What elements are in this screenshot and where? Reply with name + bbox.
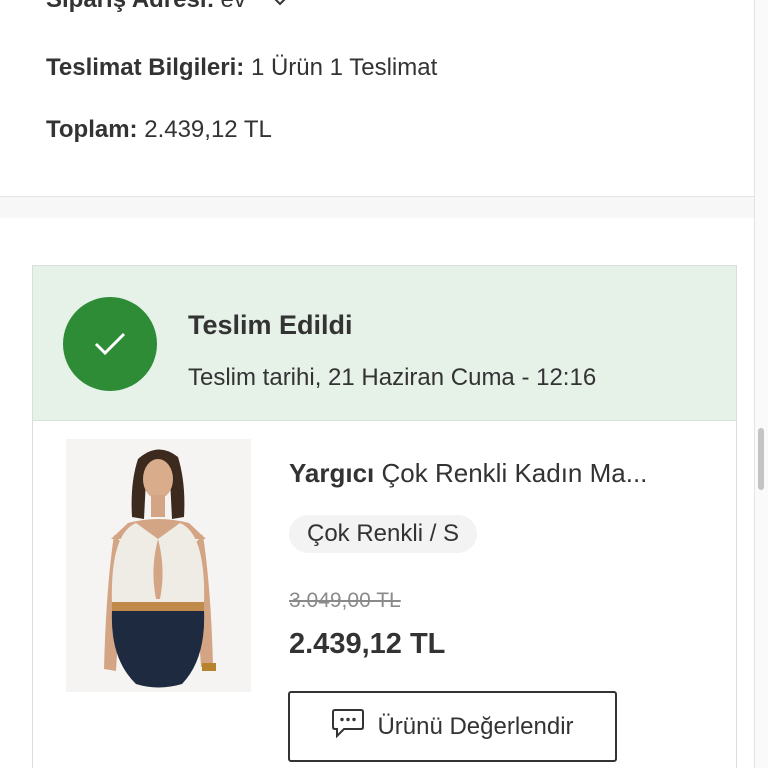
delivery-info-row: Teslimat Bilgileri: 1 Ürün 1 Teslimat (46, 54, 437, 82)
check-icon (63, 297, 157, 391)
product-title: Çok Renkli Kadın Ma... (381, 458, 648, 488)
shipment-status-header: Teslim Edildi Teslim tarihi, 21 Haziran … (33, 266, 736, 421)
scrollbar[interactable] (754, 0, 768, 768)
product-swimsuit-image[interactable] (66, 439, 251, 692)
product-old-price: 3.049,00 TL (289, 589, 401, 612)
product-brand: Yargıcı (289, 458, 375, 488)
delivery-info-value: 1 Ürün 1 Teslimat (250, 54, 438, 81)
order-total-row: Toplam: 2.439,12 TL (46, 116, 272, 144)
section-divider (0, 196, 754, 218)
chevron-down-icon[interactable] (268, 0, 292, 12)
delivery-date: Teslim tarihi, 21 Haziran Cuma - 12:16 (188, 364, 597, 391)
order-address-label: Sipariş Adresi: (46, 0, 215, 14)
shipment-card: Teslim Edildi Teslim tarihi, 21 Haziran … (32, 265, 737, 768)
order-total-label: Toplam: (46, 116, 138, 143)
order-summary: Sipariş Adresi: ev Teslimat Bilgileri: 1… (0, 0, 754, 196)
product-name[interactable]: Yargıcı Çok Renkli Kadın Ma... (289, 458, 709, 489)
delivery-status-title: Teslim Edildi (188, 310, 353, 340)
rate-product-label: Ürünü Değerlendir (377, 712, 574, 740)
scrollbar-thumb[interactable] (758, 428, 764, 490)
delivery-info-label: Teslimat Bilgileri: (46, 54, 245, 81)
rate-product-button[interactable]: Ürünü Değerlendir (288, 691, 617, 762)
product-variant-badge: Çok Renkli / S (289, 515, 478, 553)
order-total-value: 2.439,12 TL (144, 116, 272, 143)
product-price: 2.439,12 TL (289, 628, 446, 660)
chat-bubble-icon (331, 707, 365, 746)
order-address-value: ev (221, 0, 246, 14)
order-address-row[interactable]: Sipariş Adresi: ev (46, 0, 292, 14)
